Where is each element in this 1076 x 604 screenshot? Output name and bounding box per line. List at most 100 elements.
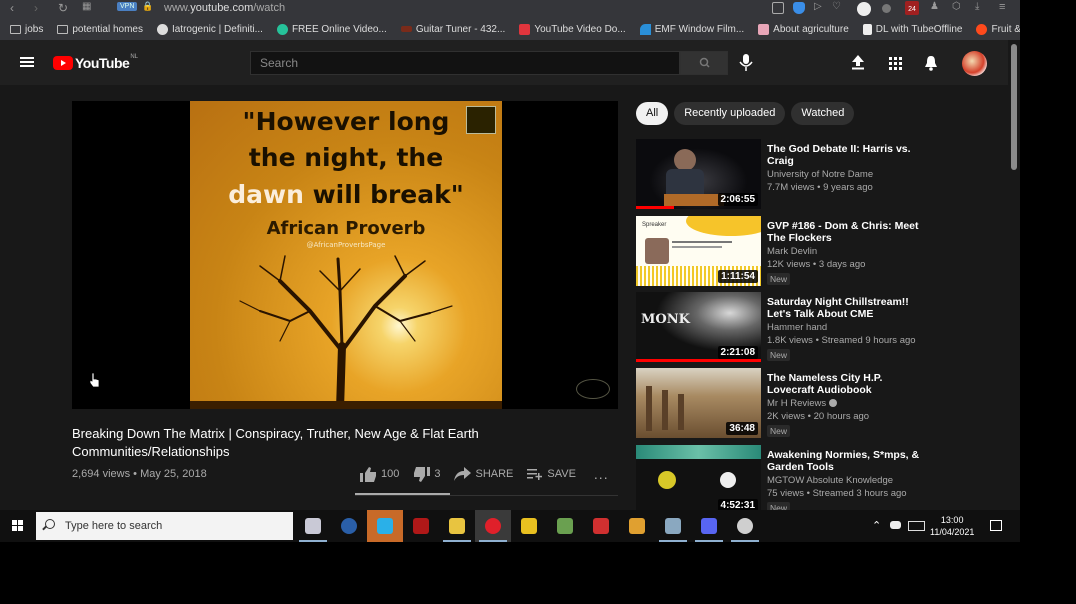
save-button[interactable]: SAVE [527,468,576,480]
taskbar-app-cube[interactable] [367,510,403,542]
shield-icon[interactable] [793,2,805,14]
forward-icon[interactable]: › [34,1,38,15]
taskbar-app-steam[interactable] [331,510,367,542]
bookmark-guitar-tuner[interactable]: Guitar Tuner - 432... [400,24,505,35]
taskbar-app-file-explorer[interactable] [439,510,475,542]
bookmark-potential-homes[interactable]: potential homes [57,24,143,35]
gear-extension-icon[interactable] [882,4,891,13]
dislike-count: 3 [434,468,441,480]
video-thumbnail[interactable]: 36:48 [636,368,761,438]
video-thumbnail[interactable]: MONK 2:21:08 [636,292,761,362]
recommendation-title[interactable]: GVP #186 - Dom & Chris: Meet The Flocker… [767,220,922,244]
video-thumbnail[interactable]: Spreaker 1:11:54 [636,216,761,286]
recommendation-title[interactable]: The Nameless City H.P. Lovecraft Audiobo… [767,372,922,396]
share-button[interactable]: SHARE [454,467,513,481]
apps-grid-icon[interactable] [889,57,902,70]
windows-start-button[interactable] [12,520,24,532]
tabs-grid-icon[interactable]: ▦ [82,1,91,12]
more-actions-button[interactable]: ... [594,466,609,482]
notifications-bell-icon[interactable] [924,55,938,71]
dislike-button[interactable]: 3 [413,466,441,482]
recommendation-title[interactable]: Saturday Night Chillstream!! Let's Talk … [767,296,922,320]
channel-name[interactable]: MGTOW Absolute Knowledge [767,475,893,486]
action-center-icon[interactable] [990,520,1002,531]
system-clock[interactable]: 13:00 11/04/2021 [930,514,974,538]
puzzle-icon[interactable]: ♟ [930,1,939,12]
account-avatar[interactable] [962,51,987,76]
page-scrollbar[interactable] [1008,40,1020,510]
cube-icon[interactable]: ⬡ [952,1,961,12]
taskbar-app-rl[interactable] [619,510,655,542]
channel-name[interactable]: Mr H Reviews [767,398,838,409]
recommendation-item[interactable]: Spreaker 1:11:54 GVP #186 - Dom & Chris:… [636,216,926,288]
new-badge: New [767,425,791,437]
show-hidden-icons-chevron-icon[interactable]: ⌃ [872,519,881,532]
bookmark-iatrogenic[interactable]: Iatrogenic | Definiti... [156,23,263,35]
bookmark-free-online-video[interactable]: FREE Online Video... [276,23,387,35]
site-icon [519,23,531,35]
site-icon [976,23,988,35]
taskbar-app-discord[interactable] [691,510,727,542]
cube-icon [377,518,393,534]
red-book-icon [413,518,429,534]
running-indicator [443,540,471,542]
video-thumbnail[interactable]: 2:06:55 [636,139,761,209]
bookmark-emf-window-film[interactable]: EMF Window Film... [639,23,744,35]
notification-badge[interactable]: 24 [905,1,919,15]
bookmark-about-agriculture[interactable]: About agriculture [758,23,849,35]
upload-icon[interactable] [851,55,865,70]
chip-all[interactable]: All [636,102,669,125]
recommendation-title[interactable]: Awakening Normies, S*mps, & Garden Tools [767,449,922,473]
channel-name[interactable]: Hammer hand [767,322,827,333]
recommendation-item[interactable]: 2:06:55 The God Debate II: Harris vs. Cr… [636,139,926,211]
bookmark-dl-tubeoffline[interactable]: DL with TubeOffline [862,23,962,35]
taskbar-app-obs[interactable] [727,510,763,542]
recommendation-item[interactable]: 36:48 The Nameless City H.P. Lovecraft A… [636,368,926,440]
search-input[interactable]: Search [250,51,680,75]
search-icon [45,519,55,529]
recommendation-item[interactable]: 4:52:31 Awakening Normies, S*mps, & Gard… [636,445,926,517]
channel-name[interactable]: Mark Devlin [767,246,817,257]
scrollbar-thumb[interactable] [1011,44,1017,170]
site-icon [276,23,288,35]
microphone-icon[interactable] [739,54,753,72]
site-icon [156,23,168,35]
taskbar-app-satellite[interactable] [295,510,331,542]
recommendation-title[interactable]: The God Debate II: Harris vs. Craig [767,143,922,167]
chip-recently-uploaded[interactable]: Recently uploaded [674,102,786,125]
tray-app-icon[interactable] [890,521,901,529]
video-player[interactable]: "However long the night, the dawn will b… [72,101,618,409]
hamburger-menu-icon[interactable] [20,57,34,67]
taskbar-app-star[interactable] [511,510,547,542]
vpn-badge[interactable]: VPN [117,2,138,11]
back-icon[interactable]: ‹ [10,1,14,15]
url-field[interactable]: www.youtube.com/watch [164,2,285,14]
taskbar-app-opera[interactable] [475,510,511,542]
download-manager-icon[interactable] [857,2,871,16]
recommendation-item[interactable]: MONK 2:21:08 Saturday Night Chillstream!… [636,292,926,364]
taskbar-app-red-triangle[interactable] [583,510,619,542]
channel-name[interactable]: University of Notre Dame [767,169,873,180]
sentiment-bar-track [355,495,618,496]
youtube-logo[interactable]: YouTube NL [53,54,138,71]
taskbar-app-green[interactable] [547,510,583,542]
like-button[interactable]: 100 [360,466,399,482]
bookmark-fruit-veg[interactable]: Fruit & Veg [976,23,1020,35]
chip-watched[interactable]: Watched [791,102,855,125]
menu-icon[interactable]: ≡ [999,1,1005,13]
reload-icon[interactable]: ↻ [58,1,68,15]
keyboard-icon[interactable] [908,521,925,531]
heart-icon[interactable]: ♡ [832,1,841,12]
bookmark-jobs[interactable]: jobs [10,24,43,35]
send-icon[interactable]: ▷ [814,1,822,12]
search-button[interactable] [680,51,728,75]
video-duration: 2:06:55 [717,193,758,206]
taskbar-search-box[interactable]: Type here to search [36,512,293,540]
quote-line-1: "However long [242,107,450,136]
camera-icon[interactable] [772,2,784,14]
download-icon[interactable]: ⤓ [975,1,979,12]
taskbar-app-red-book[interactable] [403,510,439,542]
taskbar-app-monitor[interactable] [655,510,691,542]
video-thumbnail[interactable]: 4:52:31 [636,445,761,515]
bookmark-youtube-video-downloader[interactable]: YouTube Video Do... [519,23,626,35]
